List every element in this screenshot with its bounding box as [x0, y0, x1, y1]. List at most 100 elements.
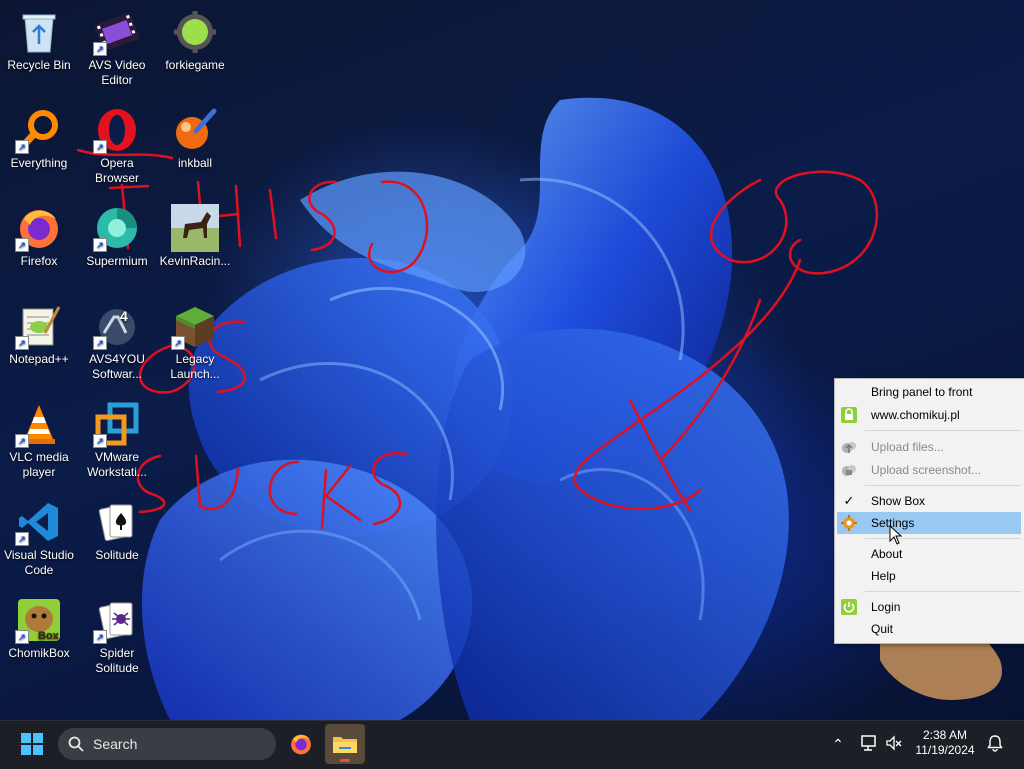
menu-separator	[865, 485, 1021, 486]
icon-label: forkiegame	[165, 58, 225, 72]
icon-label: inkball	[177, 156, 213, 170]
screenshot-icon	[841, 462, 857, 478]
desktop-icon-legacy-launcher[interactable]: ↗ Legacy Launch...	[156, 302, 234, 382]
shortcut-arrow-icon: ↗	[15, 238, 29, 252]
mouse-cursor-icon	[889, 525, 903, 545]
desktop-icon-vlc[interactable]: ↗ VLC media player	[0, 400, 78, 480]
tray-overflow-chevron-icon[interactable]: ⌃	[828, 733, 848, 755]
desktop-icon-chomikbox[interactable]: Box ↗ ChomikBox	[0, 596, 78, 661]
icon-label: Opera Browser	[94, 156, 139, 185]
desktop-icon-avs-video-editor[interactable]: ↗ AVS Video Editor	[78, 8, 156, 88]
desktop-icon-spider-solitude[interactable]: ↗ Spider Solitude	[78, 596, 156, 676]
menu-item-label: www.chomikuj.pl	[871, 408, 960, 422]
icon-label: Supermium	[86, 254, 148, 268]
desktop-icon-kevinracing[interactable]: KevinRacin...	[156, 204, 234, 269]
magnifier-icon: ↗	[15, 106, 63, 154]
menu-item-bring-panel-to-front[interactable]: Bring panel to front	[837, 381, 1021, 403]
icon-label: Spider Solitude	[95, 646, 139, 675]
clock-date: 11/19/2024	[915, 743, 975, 757]
desktop-icon-supermium[interactable]: ↗ Supermium	[78, 204, 156, 269]
horse-icon	[171, 204, 219, 252]
menu-item-chomikuj-link[interactable]: www.chomikuj.pl	[837, 404, 1021, 426]
spider-cards-icon: ↗	[93, 596, 141, 644]
avs4you-icon: 4 ↗	[93, 302, 141, 350]
tray-context-menu: Bring panel to front www.chomikuj.pl Upl…	[834, 378, 1024, 644]
menu-item-settings[interactable]: Settings	[837, 512, 1021, 534]
notepad-icon: ↗	[15, 302, 63, 350]
desktop-icon-avs4you[interactable]: 4 ↗ AVS4YOU Softwar...	[78, 302, 156, 382]
desktop-icon-vscode[interactable]: ↗ Visual Studio Code	[0, 498, 78, 578]
vlc-cone-icon: ↗	[15, 400, 63, 448]
volume-muted-icon[interactable]	[885, 734, 905, 754]
icon-label: Notepad++	[9, 352, 69, 366]
active-app-indicator	[340, 759, 350, 762]
shortcut-arrow-icon: ↗	[93, 434, 107, 448]
desktop-icon-inkball[interactable]: inkball	[156, 106, 234, 171]
desktop[interactable]: Recycle Bin ↗ AVS Video Editor forkiegam…	[0, 0, 1024, 720]
menu-item-label: Login	[871, 600, 901, 614]
shortcut-arrow-icon: ↗	[93, 238, 107, 252]
shortcut-arrow-icon: ↗	[93, 140, 107, 154]
opera-icon: ↗	[93, 106, 141, 154]
shortcut-arrow-icon: ↗	[93, 630, 107, 644]
vscode-icon: ↗	[15, 498, 63, 546]
desktop-icon-recycle-bin[interactable]: Recycle Bin	[0, 8, 78, 73]
menu-item-login[interactable]: Login	[837, 596, 1021, 618]
menu-item-label: Bring panel to front	[871, 385, 973, 399]
power-icon	[841, 599, 857, 615]
desktop-icon-notepadpp[interactable]: ↗ Notepad++	[0, 302, 78, 367]
menu-item-show-box[interactable]: ✓ Show Box	[837, 490, 1021, 512]
desktop-icon-firefox[interactable]: ↗ Firefox	[0, 204, 78, 269]
network-icon[interactable]	[860, 734, 880, 754]
menu-separator	[865, 591, 1021, 592]
menu-item-help[interactable]: Help	[837, 565, 1021, 587]
icon-label: AVS4YOU Softwar...	[89, 352, 145, 381]
icon-label: Legacy Launch...	[170, 352, 220, 381]
icon-label: ChomikBox	[8, 646, 70, 660]
desktop-icon-solitude[interactable]: Solitude	[78, 498, 156, 563]
icon-label: Firefox	[20, 254, 58, 268]
start-button[interactable]	[14, 728, 50, 760]
svg-text:Box: Box	[38, 630, 60, 642]
icon-label: Visual Studio Code	[4, 548, 74, 577]
firefox-icon	[291, 734, 311, 755]
shortcut-arrow-icon: ↗	[15, 336, 29, 350]
desktop-icon-opera[interactable]: ↗ Opera Browser	[78, 106, 156, 186]
menu-item-upload-files[interactable]: Upload files...	[837, 436, 1021, 458]
taskbar-file-explorer-button[interactable]	[325, 724, 365, 764]
taskbar-search-box[interactable]: Search	[58, 728, 276, 760]
windows-logo-icon	[21, 733, 43, 755]
grass-block-icon: ↗	[171, 302, 219, 350]
icon-label: VLC media player	[9, 450, 69, 479]
menu-item-label: Upload files...	[871, 440, 944, 454]
shortcut-arrow-icon: ↗	[93, 336, 107, 350]
clock-time: 2:38 AM	[922, 728, 968, 742]
search-placeholder: Search	[93, 736, 138, 752]
vmware-icon: ↗	[93, 400, 141, 448]
film-strip-icon: ↗	[93, 8, 141, 56]
shortcut-arrow-icon: ↗	[15, 140, 29, 154]
icon-label: Recycle Bin	[7, 58, 71, 72]
menu-item-upload-screenshot[interactable]: Upload screenshot...	[837, 459, 1021, 481]
icon-label: Everything	[10, 156, 68, 170]
svg-text:4: 4	[120, 308, 128, 324]
desktop-icon-vmware[interactable]: ↗ VMware Workstati...	[78, 400, 156, 480]
menu-item-label: Quit	[871, 622, 894, 636]
gear-icon	[841, 515, 857, 531]
checkmark-icon: ✓	[843, 493, 855, 508]
shortcut-arrow-icon: ↗	[15, 630, 29, 644]
shortcut-arrow-icon: ↗	[93, 42, 107, 56]
desktop-icon-forkiegame[interactable]: forkiegame	[156, 8, 234, 73]
taskbar-firefox-button[interactable]	[284, 726, 318, 762]
file-explorer-icon	[333, 737, 357, 753]
menu-item-quit[interactable]: Quit	[837, 618, 1021, 640]
shortcut-arrow-icon: ↗	[15, 434, 29, 448]
icon-label: KevinRacin...	[159, 254, 231, 268]
shortcut-arrow-icon: ↗	[15, 532, 29, 546]
taskbar-clock[interactable]: 2:38 AM 11/19/2024	[910, 728, 980, 758]
menu-item-about[interactable]: About	[837, 543, 1021, 565]
inkball-icon	[171, 106, 219, 154]
icon-label: VMware Workstati...	[87, 450, 147, 479]
desktop-icon-everything[interactable]: ↗ Everything	[0, 106, 78, 171]
notification-bell-icon[interactable]	[986, 734, 1006, 754]
